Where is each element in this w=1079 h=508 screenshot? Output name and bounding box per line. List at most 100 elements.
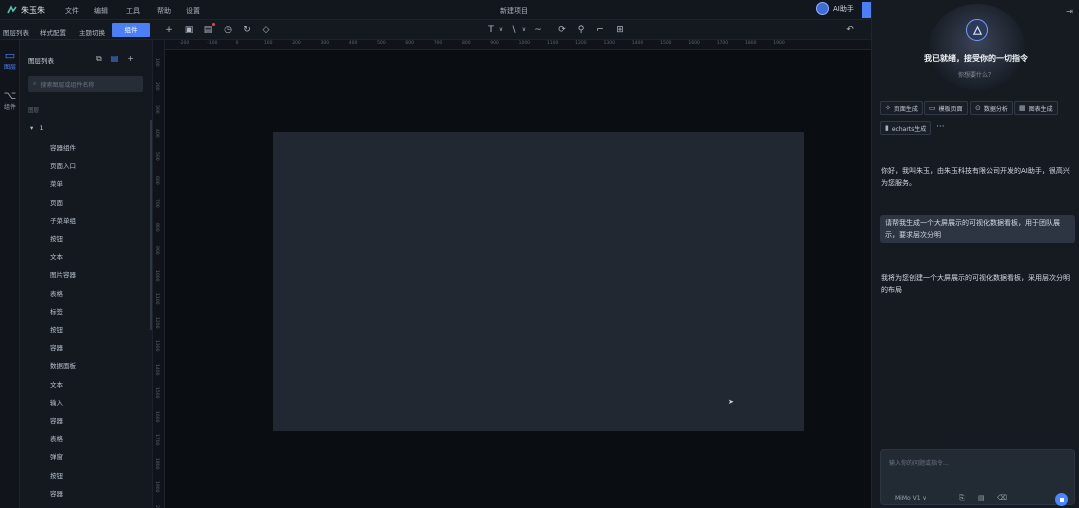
layer-item[interactable]: 按钮	[50, 233, 63, 243]
ai-assistant-button[interactable]: AI助手	[816, 2, 854, 15]
chip-template[interactable]: ▭ 模板页面	[924, 101, 968, 115]
layer-item[interactable]: 容器	[50, 415, 63, 425]
chip-echarts[interactable]: ▮ echarts生成	[880, 121, 932, 135]
ruler-tick: 1900	[154, 481, 159, 493]
unsaved-dot-icon	[212, 23, 215, 26]
layer-search-input[interactable]: ⌕ 搜索图层或组件名称	[28, 76, 143, 92]
canvas-viewport[interactable]: ➤	[165, 50, 871, 508]
chip-chart-generate[interactable]: ▦ 图表生成	[1014, 101, 1058, 115]
send-button[interactable]	[1055, 493, 1068, 506]
chip-label: 模板页面	[938, 105, 963, 113]
menu-bar: 朱玉朱 文件 编辑 工具 帮助 设置 新建项目 AI助手	[0, 0, 871, 20]
tab-components[interactable]: 组件	[112, 23, 150, 37]
layer-item[interactable]: 弹窗	[50, 451, 63, 461]
layers-panel: 图层列表 ⧉ ▤ + ⌕ 搜索图层或组件名称 图层 ▾ 1 容器组件 页面入口 菜单…	[20, 40, 153, 508]
text-tool-icon[interactable]: T	[486, 25, 496, 35]
ruler-tick: 1300	[603, 41, 615, 46]
layer-item[interactable]: 表格	[50, 288, 63, 298]
artboard[interactable]: ➤	[273, 132, 804, 431]
layer-item[interactable]: 按钮	[50, 470, 63, 480]
layers-scrollbar[interactable]	[150, 120, 152, 330]
ruler-tick: 1300	[154, 340, 159, 352]
rail-components-button[interactable]: ⌥ 组件	[0, 89, 20, 112]
sub-tab-bar: 图层列表 样式配置 主题切换 组件	[0, 20, 153, 40]
tab-style[interactable]: 样式配置	[40, 27, 66, 37]
duplicate-icon[interactable]: ⧉	[96, 54, 102, 64]
grid-icon[interactable]: ⊞	[615, 25, 625, 35]
clear-icon[interactable]: ◇	[261, 25, 271, 35]
layer-item[interactable]: 标签	[50, 306, 63, 316]
ruler-tick: 600	[154, 175, 159, 185]
menu-edit[interactable]: 编辑	[94, 6, 108, 16]
menu-help[interactable]: 帮助	[157, 6, 171, 16]
layer-item[interactable]: 图片容器	[50, 269, 76, 279]
copy-icon[interactable]: ▣	[184, 25, 194, 35]
add-layer-icon[interactable]: +	[127, 54, 134, 64]
redo-icon[interactable]: ↻	[242, 25, 252, 35]
layer-item[interactable]: 表格	[50, 433, 63, 443]
tab-layers[interactable]: 图层列表	[3, 27, 29, 37]
logo-icon	[7, 5, 17, 14]
layer-item[interactable]: 菜单	[50, 178, 63, 188]
document-title: 新建项目	[500, 7, 528, 15]
add-icon[interactable]: +	[164, 25, 174, 35]
layer-item[interactable]: 页面入口	[50, 160, 76, 170]
layer-root-label: 1	[39, 124, 44, 132]
stop-icon	[1059, 497, 1064, 502]
frame-icon[interactable]: ⌐	[595, 25, 605, 35]
menu-tools[interactable]: 工具	[126, 6, 140, 16]
avatar	[816, 2, 829, 15]
layer-item[interactable]: 容器组件	[50, 142, 76, 152]
curve-tool-icon[interactable]: ~	[533, 25, 543, 35]
ai-subheading: 你想要什么？	[957, 72, 994, 79]
ai-logo-icon	[966, 19, 988, 41]
layer-item[interactable]: 容器	[50, 488, 63, 498]
ruler-tick: -200	[179, 41, 190, 46]
layer-item[interactable]: 按钮	[50, 324, 63, 334]
layer-item[interactable]: 页面	[50, 197, 63, 207]
more-icon[interactable]: ···	[936, 122, 945, 132]
chevron-down-icon[interactable]: ∨	[519, 25, 529, 35]
chip-data-analysis[interactable]: ⊙ 数据分析	[970, 101, 1013, 115]
chart-icon: ▦	[1019, 104, 1026, 112]
model-select[interactable]: MiMo V1 ∨	[895, 495, 927, 502]
chevron-down-icon[interactable]: ∨	[496, 25, 506, 35]
refresh-icon[interactable]: ⟳	[557, 25, 567, 35]
tab-theme[interactable]: 主题切换	[79, 27, 105, 37]
history-icon[interactable]: ◷	[223, 25, 233, 35]
layer-item[interactable]: 容器	[50, 342, 63, 352]
canvas-toolbar: + ▣ ▤ ◷ ↻ ◇ T ∨ \ ∨ ~ ⟳ ⚲ ⌐ ⊞ ↶	[153, 20, 871, 40]
chat-input[interactable]: 输入你的问题或指令... MiMo V1 ∨ ⎘ ▤ ⌫	[880, 449, 1075, 506]
app-logo[interactable]: 朱玉朱	[6, 4, 45, 16]
ruler-tick: 1600	[688, 41, 700, 46]
menu-settings[interactable]: 设置	[186, 6, 200, 16]
group-label: 图层	[28, 108, 40, 114]
ai-heading: 我已就绪，接受你的一切指令	[924, 54, 1028, 63]
chip-page-generate[interactable]: ✧ 页面生成	[880, 101, 923, 115]
attach-icon[interactable]: ⎘	[959, 494, 965, 503]
clear-chat-icon[interactable]: ⌫	[997, 494, 1007, 502]
ruler-tick: -100	[207, 41, 218, 46]
layer-item[interactable]: 子菜单组	[50, 215, 76, 225]
layer-item[interactable]: 文本	[50, 379, 63, 389]
ruler-tick: 1400	[631, 41, 644, 46]
image-icon[interactable]: ▤	[978, 494, 985, 502]
layer-item[interactable]: 输入	[50, 397, 63, 407]
component-icon: ⌥	[3, 89, 17, 102]
menu-file[interactable]: 文件	[65, 6, 79, 16]
panel-toggle-button[interactable]	[862, 2, 871, 18]
rail-components-label: 组件	[3, 104, 16, 111]
close-panel-icon[interactable]: ⇥	[1066, 7, 1073, 16]
analysis-icon: ⊙	[975, 104, 981, 112]
layer-root[interactable]: ▾ 1	[30, 124, 44, 132]
rail-layers-button[interactable]: ▭ 图层	[0, 50, 20, 72]
undo-icon[interactable]: ↶	[845, 25, 855, 35]
ruler-tick: 1800	[745, 41, 757, 46]
pin-icon[interactable]: ⚲	[576, 25, 586, 35]
save-icon[interactable]: ▤	[203, 23, 215, 35]
chip-label: 图表生成	[1028, 105, 1053, 113]
layer-item[interactable]: 数据面板	[50, 360, 76, 370]
layer-item[interactable]: 文本	[50, 251, 63, 261]
line-tool-icon[interactable]: \	[509, 25, 519, 35]
folder-icon[interactable]: ▤	[111, 54, 119, 64]
